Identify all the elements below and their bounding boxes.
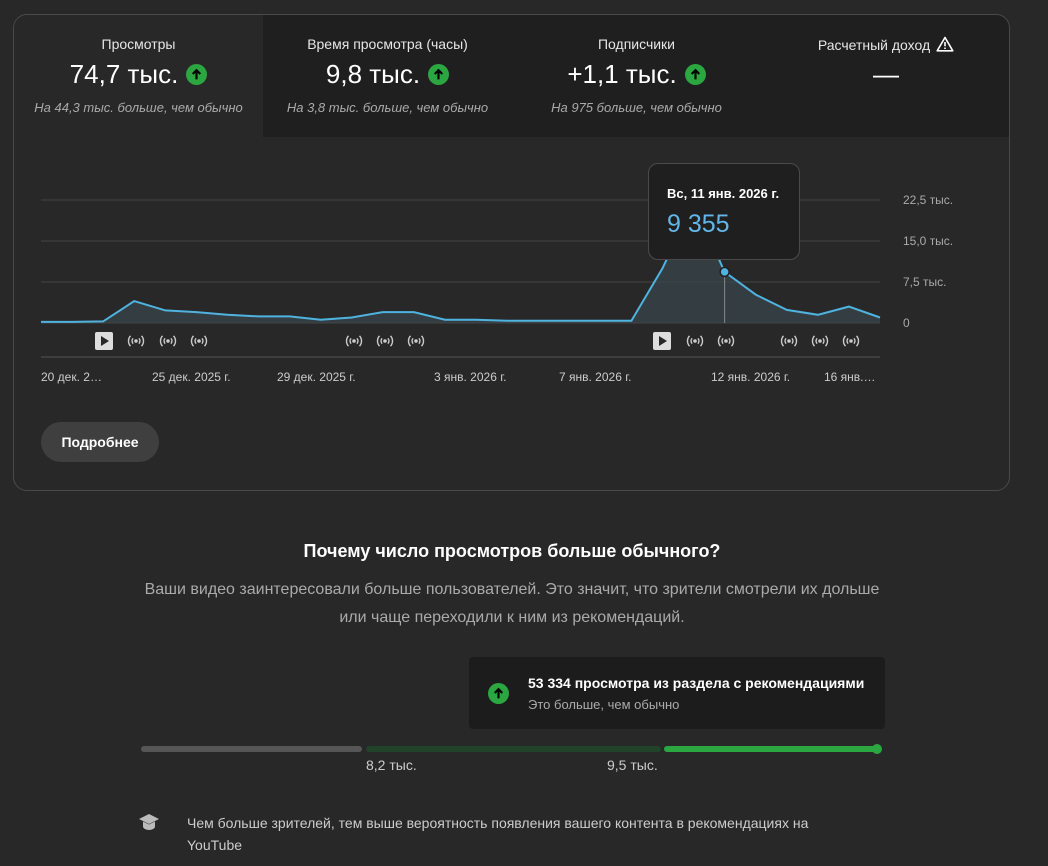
y-tick-label: 15,0 тыс. (903, 234, 953, 248)
range-bar-low (141, 746, 362, 752)
y-axis-ticks: 22,5 тыс. 15,0 тыс. 7,5 тыс. 0 (903, 193, 953, 330)
why-title: Почему число просмотров больше обычного? (303, 541, 721, 561)
video-upload-marker[interactable] (653, 332, 671, 350)
range-label-low: 8,2 тыс. (366, 757, 417, 773)
why-text: Ваши видео заинтересовали больше пользов… (144, 581, 880, 626)
tooltip-value: 9 355 (667, 210, 730, 238)
x-tick-label: 29 дек. 2025 г. (277, 370, 356, 384)
y-tick-label: 22,5 тыс. (903, 193, 953, 207)
range-label-high: 9,5 тыс. (607, 757, 658, 773)
live-stream-marker[interactable] (345, 335, 363, 347)
range-bar-current (664, 746, 876, 752)
live-stream-marker[interactable] (376, 335, 394, 347)
live-stream-marker[interactable] (717, 335, 735, 347)
live-stream-marker[interactable] (407, 335, 425, 347)
range-marker (872, 744, 882, 754)
tip-text: Чем больше зрителей, тем выше вероятност… (187, 815, 809, 853)
chart-tooltip: Вс, 11 янв. 2026 г. 9 355 (648, 163, 800, 260)
more-button[interactable]: Подробнее (41, 422, 159, 462)
tooltip-date: Вс, 11 янв. 2026 г. (667, 186, 780, 201)
arrow-up-icon (488, 683, 509, 704)
recommendations-title: 53 334 просмотра из раздела с рекомендац… (528, 675, 865, 691)
x-axis-ticks: 20 дек. 2… 25 дек. 2025 г. 29 дек. 2025 г.… (41, 370, 876, 384)
y-tick-label: 0 (903, 316, 910, 330)
live-stream-marker[interactable] (842, 335, 860, 347)
x-tick-label: 25 дек. 2025 г. (152, 370, 231, 384)
live-stream-marker[interactable] (159, 335, 177, 347)
x-tick-label: 16 янв.… (824, 370, 876, 384)
event-markers (95, 332, 860, 350)
x-tick-label: 20 дек. 2… (41, 370, 102, 384)
live-stream-marker[interactable] (811, 335, 829, 347)
y-tick-label: 7,5 тыс. (903, 275, 946, 289)
live-stream-marker[interactable] (127, 335, 145, 347)
x-tick-label: 7 янв. 2026 г. (559, 370, 631, 384)
recommendations-card: 53 334 просмотра из раздела с рекомендац… (469, 657, 885, 729)
live-stream-marker[interactable] (190, 335, 208, 347)
analytics-card: Просмотры 74,7 тыс. На 44,3 тыс. больше,… (13, 14, 1010, 491)
live-stream-marker[interactable] (780, 335, 798, 347)
live-stream-marker[interactable] (686, 335, 704, 347)
range-bar-typical (366, 746, 661, 752)
x-tick-label: 12 янв. 2026 г. (711, 370, 790, 384)
views-chart[interactable]: 22,5 тыс. 15,0 тыс. 7,5 тыс. 0 20 дек. 2… 25… (14, 15, 1010, 415)
hover-point (719, 266, 730, 278)
video-upload-marker[interactable] (95, 332, 113, 350)
recommendations-sub: Это больше, чем обычно (528, 697, 680, 712)
x-tick-label: 3 янв. 2026 г. (434, 370, 506, 384)
graduation-cap-icon (139, 814, 159, 830)
